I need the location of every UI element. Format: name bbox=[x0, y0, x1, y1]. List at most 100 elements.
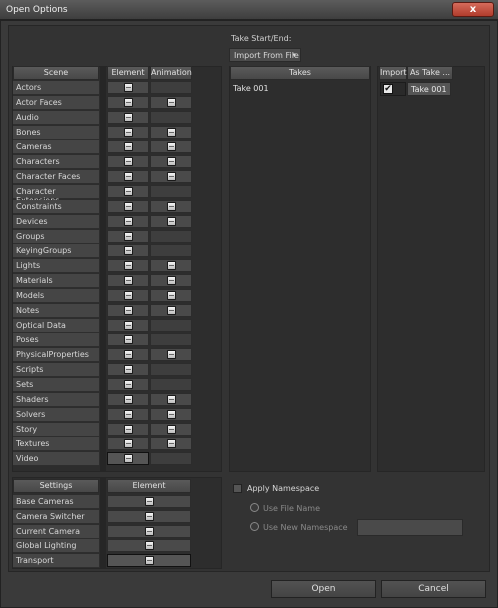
animation-toggle[interactable] bbox=[150, 259, 192, 273]
toggle-icon bbox=[124, 424, 133, 434]
toggle-icon bbox=[167, 305, 176, 315]
element-toggle[interactable] bbox=[107, 363, 149, 377]
animation-toggle[interactable] bbox=[150, 199, 192, 213]
animation-toggle bbox=[150, 363, 192, 377]
element-toggle[interactable] bbox=[107, 259, 149, 273]
element-toggle[interactable] bbox=[107, 110, 149, 124]
settings-element-toggle[interactable] bbox=[107, 554, 191, 568]
import-panel bbox=[377, 66, 485, 472]
take-start-end-value: Import From File bbox=[234, 51, 299, 60]
take-start-end-dropdown[interactable]: Import From File ▾ bbox=[229, 48, 301, 62]
toggle-icon bbox=[124, 305, 133, 315]
toggle-icon bbox=[167, 127, 176, 137]
as-take-cell[interactable]: Take 001 bbox=[407, 82, 451, 96]
apply-namespace-label: Apply Namespace bbox=[247, 484, 320, 493]
animation-toggle[interactable] bbox=[150, 348, 192, 362]
element-toggle[interactable] bbox=[107, 407, 149, 421]
takes-header[interactable]: Takes bbox=[230, 66, 370, 80]
animation-toggle[interactable] bbox=[150, 155, 192, 169]
element-toggle[interactable] bbox=[107, 214, 149, 228]
toggle-icon bbox=[124, 142, 133, 152]
animation-toggle bbox=[150, 378, 192, 391]
settings-row-label: Base Cameras bbox=[13, 495, 99, 509]
apply-namespace-checkbox[interactable] bbox=[233, 484, 242, 493]
open-button[interactable]: Open bbox=[271, 580, 376, 598]
element-toggle[interactable] bbox=[107, 229, 149, 243]
element-header[interactable]: Element bbox=[107, 66, 149, 80]
element-toggle[interactable] bbox=[107, 422, 149, 436]
element-toggle[interactable] bbox=[107, 437, 149, 451]
element-toggle[interactable] bbox=[107, 288, 149, 302]
animation-toggle[interactable] bbox=[150, 125, 192, 139]
element-toggle[interactable] bbox=[107, 452, 149, 466]
scene-row-label: Characters bbox=[13, 155, 99, 170]
element-toggle[interactable] bbox=[107, 244, 149, 258]
animation-toggle[interactable] bbox=[150, 214, 192, 228]
animation-toggle[interactable] bbox=[150, 422, 192, 436]
element-toggle[interactable] bbox=[107, 378, 149, 391]
use-new-namespace-label: Use New Namespace bbox=[263, 523, 348, 532]
namespace-input[interactable] bbox=[357, 519, 463, 536]
take-row[interactable]: Take 001 bbox=[230, 82, 370, 95]
import-header[interactable]: Import bbox=[379, 66, 407, 80]
settings-element-toggle[interactable] bbox=[107, 539, 191, 553]
element-toggle[interactable] bbox=[107, 155, 149, 169]
element-toggle[interactable] bbox=[107, 140, 149, 154]
animation-toggle[interactable] bbox=[150, 303, 192, 317]
toggle-icon bbox=[145, 526, 154, 536]
settings-header[interactable]: Settings bbox=[13, 479, 99, 493]
element-toggle[interactable] bbox=[107, 199, 149, 213]
use-new-namespace-radio[interactable] bbox=[250, 522, 259, 531]
scene-row-label: Optical Data bbox=[13, 318, 99, 333]
element-toggle[interactable] bbox=[107, 348, 149, 362]
animation-header[interactable]: Animation bbox=[150, 66, 192, 80]
toggle-icon bbox=[167, 201, 176, 211]
animation-toggle[interactable] bbox=[150, 140, 192, 154]
settings-element-toggle[interactable] bbox=[107, 524, 191, 538]
toggle-icon bbox=[167, 157, 176, 167]
as-take-header[interactable]: As Take ... bbox=[407, 66, 453, 80]
animation-toggle[interactable] bbox=[150, 170, 192, 184]
element-toggle[interactable] bbox=[107, 303, 149, 317]
scene-row-label: PhysicalProperties bbox=[13, 348, 99, 363]
checkmark-icon: ✔ bbox=[383, 84, 393, 94]
scene-header[interactable]: Scene bbox=[13, 66, 99, 80]
settings-row-label: Global Lighting bbox=[13, 539, 99, 554]
settings-element-toggle[interactable] bbox=[107, 495, 191, 508]
settings-row-label: Camera Switcher bbox=[13, 509, 99, 524]
scene-row-label: Devices bbox=[13, 214, 99, 229]
toggle-icon bbox=[124, 201, 133, 211]
toggle-icon bbox=[167, 424, 176, 434]
element-toggle[interactable] bbox=[107, 170, 149, 184]
element-toggle[interactable] bbox=[107, 184, 149, 198]
element-toggle[interactable] bbox=[107, 81, 149, 94]
element-toggle[interactable] bbox=[107, 318, 149, 332]
animation-toggle[interactable] bbox=[150, 288, 192, 302]
settings-divider bbox=[100, 477, 106, 569]
element-toggle[interactable] bbox=[107, 125, 149, 139]
element-toggle[interactable] bbox=[107, 333, 149, 347]
animation-toggle[interactable] bbox=[150, 437, 192, 451]
animation-toggle[interactable] bbox=[150, 274, 192, 288]
scene-row-label: Groups bbox=[13, 229, 99, 244]
take-start-end-label: Take Start/End: bbox=[231, 34, 292, 43]
scene-row-label: Scripts bbox=[13, 363, 99, 378]
settings-element-toggle[interactable] bbox=[107, 509, 191, 523]
close-button[interactable]: x bbox=[452, 2, 494, 17]
animation-toggle bbox=[150, 244, 192, 258]
settings-element-header[interactable]: Element bbox=[107, 479, 191, 493]
animation-toggle[interactable] bbox=[150, 407, 192, 421]
cancel-button[interactable]: Cancel bbox=[381, 580, 486, 598]
element-toggle[interactable] bbox=[107, 95, 149, 109]
import-checkbox-cell[interactable]: ✔ bbox=[380, 82, 406, 96]
scene-row-label: Textures bbox=[13, 437, 99, 452]
animation-toggle[interactable] bbox=[150, 95, 192, 109]
element-toggle[interactable] bbox=[107, 392, 149, 406]
toggle-icon bbox=[124, 127, 133, 137]
use-file-name-radio[interactable] bbox=[250, 503, 259, 512]
element-toggle[interactable] bbox=[107, 274, 149, 288]
toggle-icon bbox=[124, 320, 133, 330]
toggle-icon bbox=[145, 556, 154, 566]
animation-toggle[interactable] bbox=[150, 392, 192, 406]
scene-row-label: Constraints bbox=[13, 199, 99, 214]
